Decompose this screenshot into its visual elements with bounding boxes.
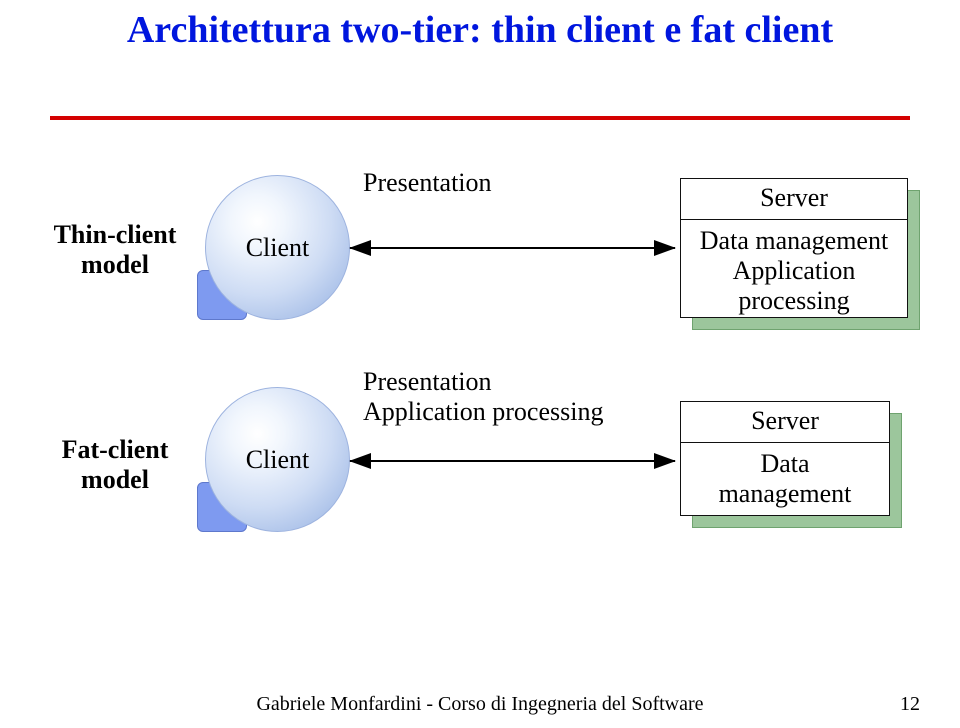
arrow-right-icon	[654, 453, 676, 469]
fat-client-server-body: Data management	[681, 443, 889, 519]
thin-client-server-title: Server	[681, 179, 907, 220]
arrow-left-icon	[349, 240, 371, 256]
thin-client-connector	[350, 247, 675, 249]
thin-client-row: Thin-client model Client Presentation Se…	[0, 160, 960, 340]
fat-client-server-box: Server Data management	[680, 401, 890, 516]
thin-client-server-box: Server Data management Application proce…	[680, 178, 908, 318]
page-number: 12	[900, 693, 920, 716]
thin-client-label: Thin-client model	[30, 220, 200, 280]
arrow-left-icon	[349, 453, 371, 469]
footer-text: Gabriele Monfardini - Corso di Ingegneri…	[0, 693, 960, 716]
slide-title: Architettura two-tier: thin client e fat…	[0, 8, 960, 54]
thin-client-server-body-l2: Application	[733, 256, 856, 285]
thin-client-server-body: Data management Application processing	[681, 220, 907, 326]
thin-client-node-label: Client	[246, 233, 310, 263]
thin-client-server-body-l1: Data management	[700, 226, 888, 255]
slide: Architettura two-tier: thin client e fat…	[0, 0, 960, 728]
fat-client-label-l2: model	[81, 465, 149, 494]
client-circle-icon: Client	[205, 387, 350, 532]
thin-client-label-l2: model	[81, 250, 149, 279]
fat-client-connector	[350, 460, 675, 462]
fat-client-over-arrow-l1: Presentation	[363, 367, 492, 396]
thin-client-label-l1: Thin-client	[54, 220, 177, 249]
thin-client-over-arrow-text: Presentation	[363, 168, 492, 198]
fat-client-node-label: Client	[246, 445, 310, 475]
fat-client-server-body-l2: management	[719, 479, 852, 508]
fat-client-label: Fat-client model	[30, 435, 200, 495]
arrow-right-icon	[654, 240, 676, 256]
fat-client-server-body-l1: Data	[760, 449, 809, 478]
thin-client-server-body-l3: processing	[738, 286, 849, 315]
fat-client-label-l1: Fat-client	[62, 435, 169, 464]
fat-client-over-arrow-l2: Application processing	[363, 397, 603, 426]
fat-client-row: Fat-client model Client Presentation App…	[0, 365, 960, 550]
fat-client-server-title: Server	[681, 402, 889, 443]
client-circle-icon: Client	[205, 175, 350, 320]
fat-client-over-arrow-text: Presentation Application processing	[363, 367, 603, 427]
title-underline	[50, 116, 910, 120]
thin-client-over-arrow-l1: Presentation	[363, 168, 492, 197]
